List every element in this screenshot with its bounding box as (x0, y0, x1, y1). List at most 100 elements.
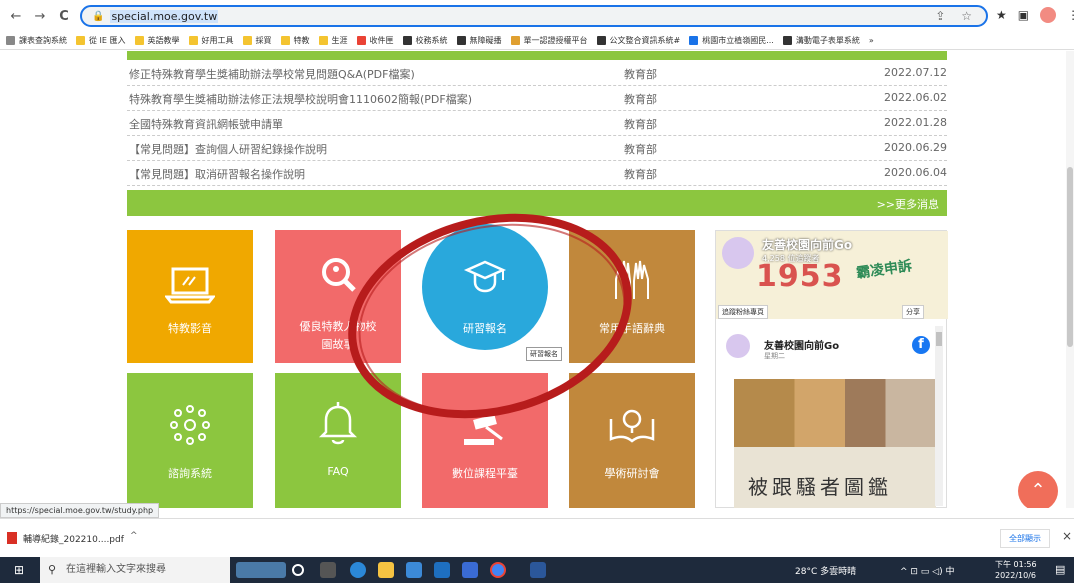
bookmark-label: 桃園市立植嶺國民... (702, 35, 774, 45)
photos-icon[interactable] (462, 562, 478, 578)
bookmark-item[interactable]: 校務系統 (402, 35, 448, 46)
news-row[interactable]: 【常見問題】查詢個人研習紀錄操作說明 教育部 2020.06.29 (127, 136, 947, 161)
profile-avatar[interactable] (1040, 7, 1057, 23)
share-button[interactable]: 分享 (902, 305, 924, 319)
tile-video[interactable]: 特教影音 (127, 230, 253, 363)
page-scrollbar[interactable] (1066, 51, 1074, 508)
news-title[interactable]: 修正特殊教育學生獎補助辦法學校常見問題Q&A(PDF檔案) (129, 66, 415, 82)
extension-icon[interactable]: ★ (996, 8, 1007, 22)
annotation-ellipse (348, 213, 632, 419)
download-menu-caret[interactable]: ^ (130, 531, 138, 541)
news-row[interactable]: 全國特殊教育資訊網帳號申請單 教育部 2022.01.28 (127, 111, 947, 136)
news-title[interactable]: 全國特殊教育資訊網帳號申請單 (129, 116, 283, 132)
news-row[interactable]: 【常見問題】取消研習報名操作說明 教育部 2020.06.04 (127, 161, 947, 186)
page-name[interactable]: 友善校園向前Go (762, 236, 852, 253)
bookmark-label: 採買 (255, 35, 272, 45)
page-scroll-thumb[interactable] (1067, 167, 1073, 347)
facebook-icon[interactable]: f (912, 336, 930, 354)
post-photos (734, 379, 936, 447)
tile-academic-label: 學術研討會 (604, 467, 660, 480)
bookmark-folder-icon (782, 35, 792, 45)
bookmark-item[interactable]: 收件匣 (356, 35, 394, 46)
facebook-banner[interactable]: 友善校園向前Go 4,258 位追蹤者 1953 霸凌申訴 追蹤粉絲專頁 分享 (716, 231, 948, 319)
bookmark-item[interactable]: 課表查詢系統 (6, 35, 67, 46)
laptop-icon (165, 267, 215, 304)
chrome-icon[interactable] (490, 562, 506, 578)
bookmark-item[interactable]: 好用工具 (188, 35, 234, 46)
bookmark-item[interactable]: 從 IE 匯入 (76, 35, 126, 46)
taskbar-weather[interactable]: 28°C 多雲時晴 (795, 564, 856, 577)
bookmark-folder-icon (596, 35, 606, 45)
pdf-icon (7, 532, 17, 544)
bookmark-folder-icon (134, 35, 144, 45)
window-icon[interactable]: ▣ (1018, 8, 1029, 22)
file-explorer-icon[interactable] (378, 562, 394, 578)
follow-button[interactable]: 追蹤粉絲專頁 (718, 305, 768, 319)
start-button[interactable]: ⊞ (14, 563, 24, 577)
bookmark-item[interactable]: 單一認證授權平台 (510, 35, 588, 46)
bookmark-item[interactable]: 英語教學 (134, 35, 180, 46)
menu-icon[interactable]: ⋮ (1067, 8, 1074, 22)
banner-slogan: 霸凌申訴 (855, 258, 913, 282)
tile-faq-label: FAQ (327, 465, 349, 478)
bookmark-item[interactable]: 特教 (280, 35, 310, 46)
tile-consult[interactable]: 諮詢系統 (127, 373, 253, 508)
address-bar[interactable]: 🔒 special.moe.gov.tw ⇪ ☆ (80, 5, 988, 27)
download-filename[interactable]: 輔導紀錄_202210....pdf (23, 532, 124, 545)
bookmark-item[interactable]: 採買 (242, 35, 272, 46)
news-title[interactable]: 特殊教育學生獎補助辦法修正法規學校說明會1110602簡報(PDF檔案) (129, 91, 472, 107)
edge-icon[interactable] (350, 562, 366, 578)
bookmark-item[interactable]: 溝動電子表單系統 (782, 35, 860, 46)
post-image-title: 被跟騷者圖鑑 (748, 475, 892, 499)
bookmark-item[interactable]: 生涯 (318, 35, 348, 46)
news-title[interactable]: 【常見問題】取消研習報名操作說明 (129, 166, 305, 182)
post-image[interactable]: 被跟騷者圖鑑 (734, 379, 936, 508)
news-unit: 教育部 (624, 143, 657, 156)
news-row[interactable]: 特殊教育學生獎補助辦法修正法規學校說明會1110602簡報(PDF檔案) 教育部 2… (127, 86, 947, 111)
reload-button[interactable]: C (54, 6, 74, 26)
bookmark-label: 公文整合資訊系統# (609, 35, 681, 45)
bookmark-label: 無障礙播 (469, 35, 502, 45)
browser-toolbar: ← → C 🔒 special.moe.gov.tw ⇪ ☆ ★ ▣ ⋮ (0, 0, 1074, 31)
facebook-scroll-thumb[interactable] (936, 332, 942, 346)
bookmark-label: 溝動電子表單系統 (795, 35, 860, 45)
bookmark-item[interactable]: 公文整合資訊系統# (596, 35, 681, 46)
close-downloads-button[interactable]: × (1062, 529, 1072, 543)
back-button[interactable]: ← (6, 6, 26, 26)
lock-icon[interactable]: 🔒 (92, 11, 104, 22)
taskbar-search[interactable]: ⚲ 在這裡輸入文字來搜尋 (40, 557, 230, 583)
scroll-to-top-button[interactable]: ⌃ (1018, 471, 1058, 508)
bookmark-item[interactable]: 桃園市立植嶺國民... (689, 35, 774, 46)
weather-widget-app[interactable] (236, 562, 286, 578)
news-date: 2020.06.29 (884, 141, 947, 154)
windows-taskbar: ⊞ ⚲ 在這裡輸入文字來搜尋 28°C 多雲時晴 ^ ⊡ ▭ ◁) 中 下午 0… (0, 557, 1074, 583)
post-avatar[interactable] (726, 334, 750, 358)
clock-date: 2022/10/6 (995, 571, 1037, 580)
post-date: 星期二 (764, 352, 785, 360)
bookmark-label: 英語教學 (147, 35, 180, 45)
bookmark-folder-icon (6, 35, 15, 45)
taskbar-clock[interactable]: 下午 01:56 2022/10/6 (995, 559, 1037, 581)
bookmark-folder-icon (689, 35, 699, 45)
url-text[interactable]: special.moe.gov.tw (110, 9, 219, 23)
bookmark-label: 課表查詢系統 (19, 35, 67, 45)
post-author[interactable]: 友善校園向前Go (764, 337, 839, 352)
facebook-scrollbar[interactable] (935, 326, 943, 506)
news-header-bar (127, 51, 947, 60)
news-title[interactable]: 【常見問題】查詢個人研習紀錄操作說明 (129, 141, 327, 157)
task-view-icon[interactable] (320, 562, 336, 578)
system-tray[interactable]: ^ ⊡ ▭ ◁) 中 (900, 564, 954, 577)
show-all-button[interactable]: 全部顯示 (1000, 529, 1050, 548)
more-news-link[interactable]: >>更多消息 (877, 196, 939, 212)
mail-icon[interactable] (434, 562, 450, 578)
share-star-icons[interactable]: ⇪ ☆ (935, 9, 978, 23)
word-icon[interactable] (530, 562, 546, 578)
forward-button[interactable]: → (30, 6, 50, 26)
cortana-icon[interactable] (292, 564, 304, 576)
banner-year: 1953 (756, 259, 844, 294)
store-icon[interactable] (406, 562, 422, 578)
bookmark-item[interactable]: 無障礙播 (456, 35, 502, 46)
news-row[interactable]: 修正特殊教育學生獎補助辦法學校常見問題Q&A(PDF檔案) 教育部 2022.07.… (127, 61, 947, 86)
bookmarks-more-icon[interactable]: » (869, 36, 874, 45)
notification-icon[interactable]: ▤ (1055, 563, 1065, 576)
